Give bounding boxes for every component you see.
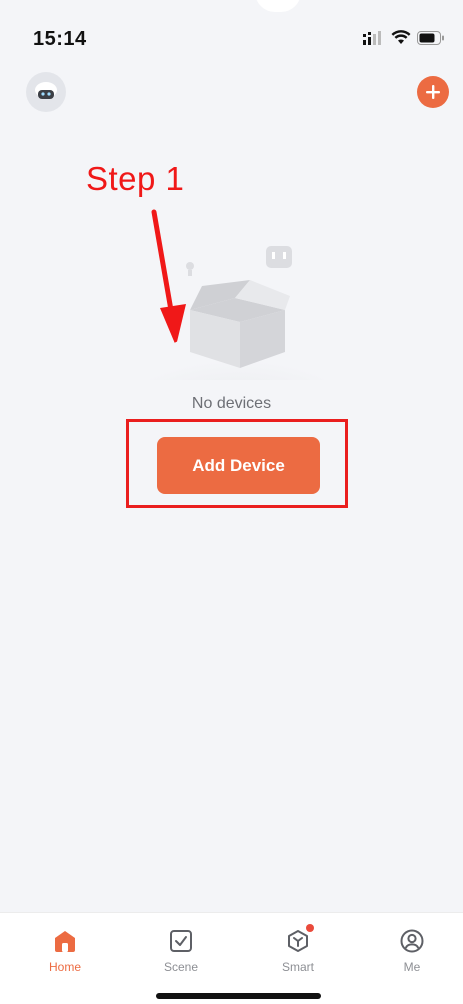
empty-state-message: No devices — [191, 395, 272, 412]
bottom-tab-bar: Home Scene Smart Me — [0, 912, 463, 1004]
tab-home[interactable]: Home — [20, 913, 110, 983]
notch — [255, 0, 301, 12]
plus-circle-icon[interactable] — [417, 76, 449, 108]
status-icons — [363, 30, 445, 50]
home-icon — [52, 926, 78, 956]
cube-icon — [285, 924, 314, 956]
tab-smart[interactable]: Smart — [253, 913, 343, 983]
step-annotation-label: Step 1 — [86, 160, 185, 197]
home-indicator[interactable] — [156, 993, 321, 999]
add-device-button[interactable]: Add Device — [157, 437, 320, 494]
battery-icon — [417, 30, 445, 50]
checkbox-icon — [168, 926, 194, 956]
notification-badge — [306, 924, 314, 932]
tab-label: Scene — [163, 960, 199, 974]
tab-label: Home — [48, 960, 81, 974]
status-time: 15:14 — [33, 28, 87, 50]
tab-label: Me — [403, 960, 421, 974]
tab-scene[interactable]: Scene — [136, 913, 226, 983]
robot-avatar-icon[interactable] — [26, 72, 66, 112]
user-icon — [399, 926, 425, 956]
signal-icon — [363, 30, 385, 50]
wifi-icon — [391, 30, 411, 50]
empty-box-icon — [150, 246, 330, 380]
tab-me[interactable]: Me — [367, 913, 457, 983]
tab-label: Smart — [281, 960, 314, 974]
status-bar: 15:14 — [0, 0, 463, 70]
